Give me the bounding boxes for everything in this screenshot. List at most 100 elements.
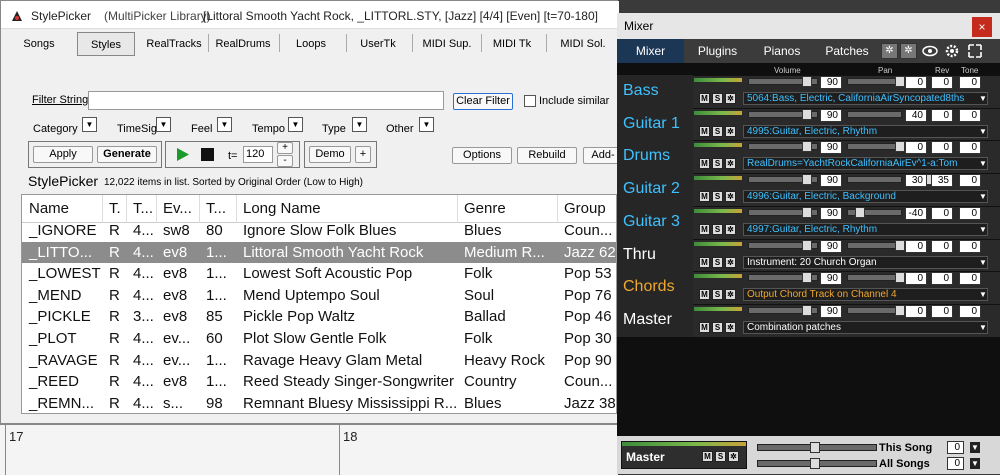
table-row[interactable]: _PICKLE R 3... ev8 85 Pickle Pop Waltz Ballad P… bbox=[22, 306, 616, 327]
patch-selector[interactable]: 5064:Bass, Electric, CaliforniaAirSyncop… bbox=[743, 92, 988, 105]
tab-usertk[interactable]: UserTk bbox=[353, 32, 403, 56]
reverb-value[interactable]: 0 bbox=[931, 239, 953, 253]
mute-button[interactable]: M bbox=[699, 93, 710, 104]
pan-knob[interactable] bbox=[895, 304, 905, 316]
patch-dropdown-icon[interactable]: ▼ bbox=[978, 158, 988, 169]
track-name[interactable]: Bass bbox=[617, 76, 693, 106]
settings-gear-icon[interactable] bbox=[944, 43, 960, 59]
patch-selector[interactable]: Instrument: 20 Church Organ bbox=[743, 255, 988, 269]
volume-knob[interactable] bbox=[802, 108, 812, 120]
reverb-value[interactable]: 0 bbox=[931, 76, 953, 89]
track-name[interactable]: Chords bbox=[617, 272, 693, 302]
volume-value[interactable]: 90 bbox=[820, 304, 842, 318]
type-dropdown[interactable]: ▼ bbox=[352, 117, 367, 132]
track-settings-icon[interactable]: ✲ bbox=[725, 256, 736, 268]
other-dropdown[interactable]: ▼ bbox=[419, 117, 434, 132]
tone-value[interactable]: 0 bbox=[959, 272, 981, 286]
patch-dropdown-icon[interactable]: ▼ bbox=[978, 289, 988, 300]
solo-button[interactable]: S bbox=[712, 125, 723, 137]
this-song-value[interactable]: 0 bbox=[947, 441, 964, 454]
tone-value[interactable]: 0 bbox=[959, 76, 981, 89]
mute-button[interactable]: M bbox=[699, 158, 710, 170]
pan-knob[interactable] bbox=[895, 239, 905, 251]
patch-selector[interactable]: 4997:Guitar, Electric, Rhythm bbox=[743, 222, 988, 236]
volume-value[interactable]: 90 bbox=[820, 239, 842, 253]
tempo-input[interactable]: 120 bbox=[243, 146, 273, 163]
pan-slider[interactable] bbox=[847, 110, 902, 118]
volume-value[interactable]: 90 bbox=[820, 272, 842, 286]
mixer-tab-patches[interactable]: Patches bbox=[813, 39, 881, 63]
track-settings-icon[interactable]: ✲ bbox=[725, 125, 736, 137]
song-timeline[interactable]: 17 18 bbox=[0, 424, 618, 475]
mute-button[interactable]: M bbox=[699, 191, 710, 203]
track-settings-icon[interactable]: ✲ bbox=[725, 321, 736, 333]
tab-loops[interactable]: Loops bbox=[287, 32, 335, 56]
table-row[interactable]: _REED R 4... ev8 1... Reed Steady Singer-Song… bbox=[22, 371, 616, 392]
apply-button[interactable]: Apply bbox=[33, 146, 93, 163]
pan-slider[interactable] bbox=[847, 274, 902, 282]
patch-dropdown-icon[interactable]: ▼ bbox=[978, 126, 988, 137]
all-songs-slider-knob[interactable] bbox=[810, 458, 820, 469]
patch-dropdown-icon[interactable]: ▼ bbox=[978, 191, 988, 202]
tab-realtracks[interactable]: RealTracks bbox=[143, 32, 205, 56]
patch-selector[interactable]: Output Chord Track on Channel 4 bbox=[743, 288, 988, 302]
volume-value[interactable]: 90 bbox=[820, 76, 842, 89]
track-settings-icon[interactable]: ✲ bbox=[725, 158, 736, 170]
this-song-dropdown[interactable]: ▼ bbox=[970, 442, 980, 453]
col-header-t1[interactable]: T. bbox=[102, 198, 126, 219]
pan-slider[interactable] bbox=[847, 143, 902, 151]
patch-selector[interactable]: 4995:Guitar, Electric, Rhythm bbox=[743, 124, 988, 138]
pan-value[interactable]: 0 bbox=[905, 272, 927, 286]
pan-knob[interactable] bbox=[895, 272, 905, 284]
table-row[interactable]: _MEND R 4... ev8 1... Mend Uptempo Soul Soul Po… bbox=[22, 285, 616, 306]
demo-button[interactable]: Demo bbox=[309, 146, 351, 163]
all-songs-value[interactable]: 0 bbox=[947, 457, 964, 470]
col-header-t2[interactable]: T... bbox=[126, 198, 156, 219]
pan-slider[interactable] bbox=[847, 78, 902, 85]
patch-selector[interactable]: RealDrums=YachtRockCaliforniaAirEv^1-a:T… bbox=[743, 157, 988, 171]
table-row[interactable]: _LITTO... R 4... ev8 1... Littoral Smooth Yac… bbox=[22, 241, 616, 263]
solo-button[interactable]: S bbox=[712, 93, 723, 104]
volume-value[interactable]: 90 bbox=[820, 174, 842, 188]
mute-button[interactable]: M bbox=[699, 256, 710, 268]
tab-midi-sol[interactable]: MIDI Sol. bbox=[553, 32, 613, 56]
close-button[interactable]: × bbox=[972, 17, 992, 37]
pan-slider[interactable] bbox=[847, 176, 902, 184]
mixer-tab-pianos[interactable]: Pianos bbox=[751, 39, 813, 63]
mute-button[interactable]: M bbox=[699, 321, 710, 333]
tab-realdrums[interactable]: RealDrums bbox=[213, 32, 273, 56]
gear-alt-icon[interactable]: ✲ bbox=[900, 43, 917, 59]
pan-slider[interactable] bbox=[847, 306, 902, 314]
pan-knob[interactable] bbox=[895, 76, 905, 87]
track-name[interactable]: Guitar 2 bbox=[617, 174, 693, 204]
volume-knob[interactable] bbox=[802, 174, 812, 186]
mixer-tab-plugins[interactable]: Plugins bbox=[684, 39, 751, 63]
reverb-value[interactable]: 0 bbox=[931, 108, 953, 122]
master-fx-icon[interactable]: ✲ bbox=[728, 451, 739, 462]
volume-value[interactable]: 90 bbox=[820, 108, 842, 122]
pan-value[interactable]: 0 bbox=[905, 141, 927, 155]
track-settings-icon[interactable]: ✲ bbox=[725, 289, 736, 301]
solo-button[interactable]: S bbox=[712, 289, 723, 301]
col-header-long-name[interactable]: Long Name bbox=[236, 198, 457, 219]
pan-value[interactable]: 0 bbox=[905, 239, 927, 253]
patch-selector[interactable]: 4996:Guitar, Electric, Background bbox=[743, 190, 988, 204]
tone-value[interactable]: 0 bbox=[959, 108, 981, 122]
category-dropdown[interactable]: ▼ bbox=[82, 117, 97, 132]
col-header-t3[interactable]: T... bbox=[199, 198, 236, 219]
styles-table[interactable]: Name T. T... Ev... T... Long Name Genre … bbox=[21, 194, 617, 414]
master-mute-button[interactable]: M bbox=[702, 451, 713, 462]
patch-selector[interactable]: Combination patches bbox=[743, 320, 988, 334]
options-button[interactable]: Options bbox=[452, 147, 512, 164]
volume-value[interactable]: 90 bbox=[820, 206, 842, 220]
mute-button[interactable]: M bbox=[699, 289, 710, 301]
track-name[interactable]: Thru bbox=[617, 240, 693, 270]
table-row[interactable]: _RAVAGE R 4... ev... 1... Ravage Heavy Glam M… bbox=[22, 350, 616, 371]
play-icon[interactable] bbox=[174, 146, 191, 163]
feel-dropdown[interactable]: ▼ bbox=[217, 117, 232, 132]
tone-value[interactable]: 0 bbox=[959, 304, 981, 318]
volume-knob[interactable] bbox=[802, 272, 812, 284]
track-name[interactable]: Guitar 1 bbox=[617, 109, 693, 139]
this-song-slider-knob[interactable] bbox=[810, 442, 820, 453]
tone-value[interactable]: 0 bbox=[959, 206, 981, 220]
